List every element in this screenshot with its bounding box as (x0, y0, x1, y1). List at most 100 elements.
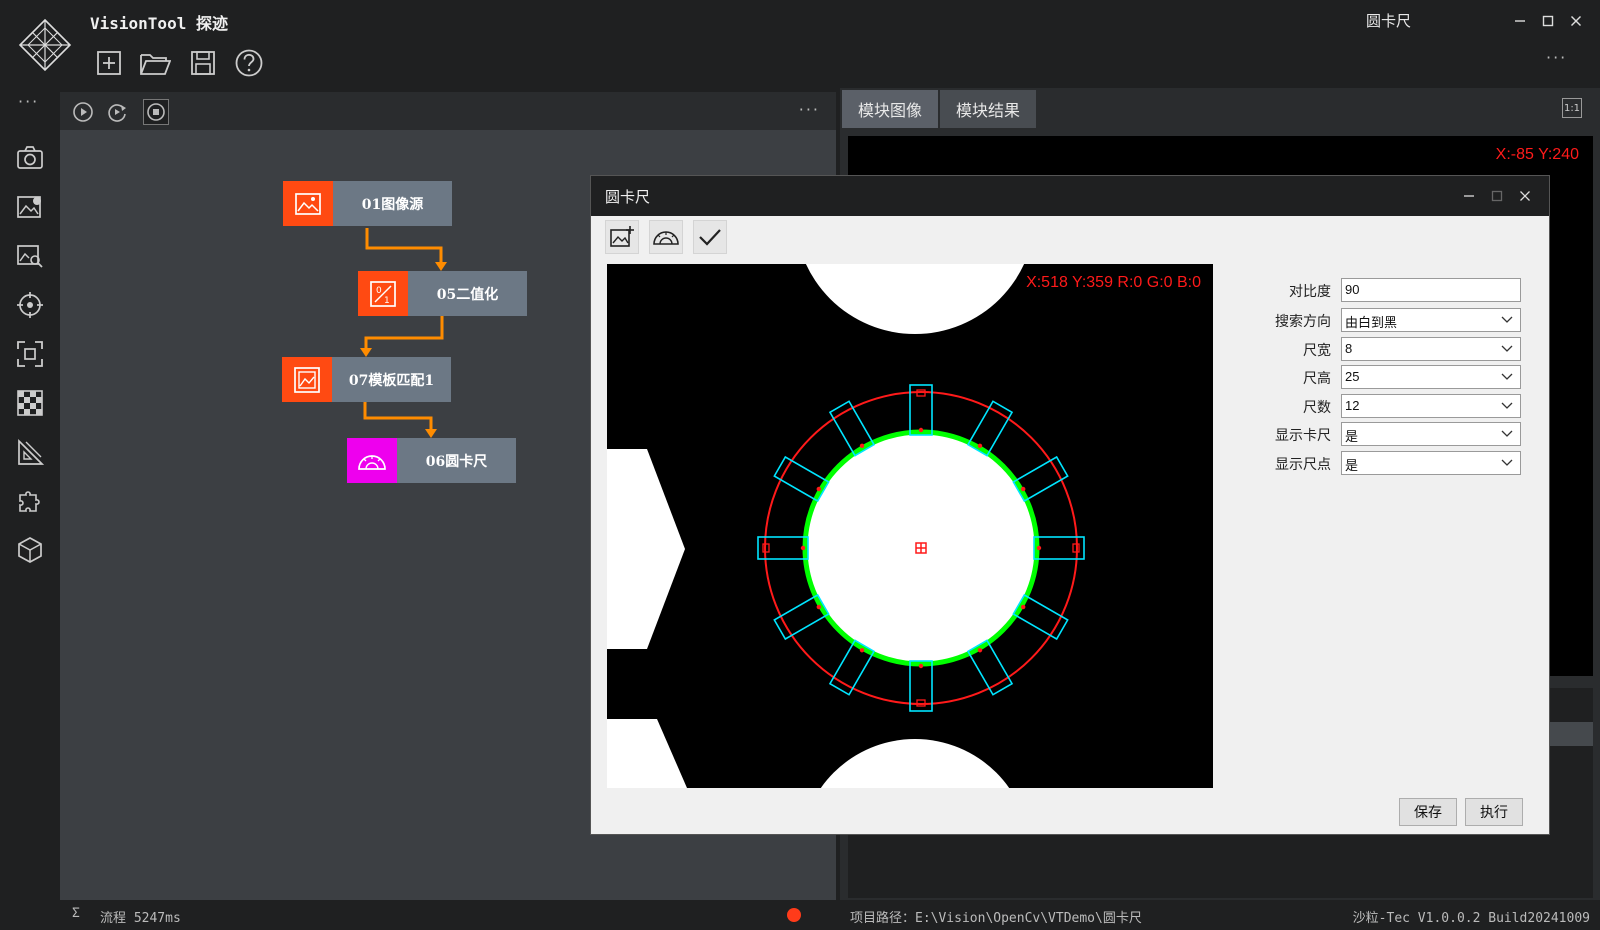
search-direction-select[interactable]: 由白到黑 (1341, 308, 1521, 332)
svg-text:0: 0 (376, 286, 382, 296)
maximize-button[interactable] (1536, 10, 1560, 32)
param-label: 尺宽 (1303, 343, 1331, 359)
flow-node-circle-caliper[interactable]: 06圆卡尺 (347, 438, 516, 483)
protractor-icon (358, 454, 386, 470)
ruler-triangle-icon (18, 438, 44, 465)
version-text: 沙粒-Tec V1.0.0.2 Build20241009 (1352, 911, 1590, 926)
focus-frame-icon (17, 341, 43, 367)
puzzle-icon (19, 491, 40, 512)
param-row-caliper-height: 尺高 25 (1231, 365, 1531, 389)
run-once-button[interactable] (70, 99, 96, 125)
param-label: 显示尺点 (1275, 457, 1331, 473)
status-bar-left: Σ 流程 5247ms (60, 900, 836, 930)
maximize-icon (1491, 190, 1503, 202)
flow-node-icon (347, 438, 397, 483)
param-row-caliper-count: 尺数 12 (1231, 394, 1531, 418)
dialog-minimize-button[interactable] (1457, 184, 1481, 208)
checker-tool-button[interactable] (14, 387, 46, 419)
pixel-info-readout: X:518 Y:359 R:0 G:0 B:0 (1026, 274, 1201, 291)
chevron-down-icon (1501, 430, 1513, 437)
select-value: 12 (1345, 398, 1360, 413)
load-image-button[interactable] (605, 220, 639, 254)
focus-frame-tool-button[interactable] (14, 338, 46, 370)
tab-module-result[interactable]: 模块结果 (940, 90, 1036, 128)
chevron-down-icon (1501, 373, 1513, 380)
caliper-width-select[interactable]: 8 (1341, 337, 1521, 361)
dialog-maximize-button[interactable] (1485, 184, 1509, 208)
save-params-button[interactable]: 保存 (1399, 798, 1457, 826)
save-button[interactable] (186, 46, 220, 80)
param-row-show-caliper: 显示卡尺 是 (1231, 422, 1531, 446)
param-label: 搜索方向 (1275, 314, 1331, 330)
flow-node-label: 01图像源 (333, 181, 452, 226)
execute-button[interactable]: 执行 (1465, 798, 1523, 826)
select-value: 8 (1345, 341, 1353, 356)
show-points-select[interactable]: 是 (1341, 451, 1521, 475)
connector-2 (364, 315, 444, 350)
caliper-height-select[interactable]: 25 (1341, 365, 1521, 389)
left-more-button[interactable]: ··· (18, 92, 39, 111)
close-button[interactable] (1564, 10, 1588, 32)
app-title: VisionTool 探迹 (90, 14, 228, 33)
help-button[interactable] (232, 46, 266, 80)
one-to-one-zoom-button[interactable]: 1:1 (1562, 98, 1582, 118)
flow-node-binarize[interactable]: 01 05二值化 (358, 271, 527, 316)
maximize-icon (1542, 15, 1554, 27)
new-file-button[interactable] (92, 46, 126, 80)
flow-more-button[interactable]: ··· (799, 100, 820, 119)
stop-button[interactable] (143, 99, 169, 125)
minimize-icon (1464, 195, 1474, 197)
minimize-icon (1515, 20, 1525, 22)
connector-3 (363, 401, 433, 431)
show-caliper-select[interactable]: 是 (1341, 422, 1521, 446)
open-folder-button[interactable] (138, 46, 172, 80)
contrast-input[interactable]: 90 (1341, 278, 1521, 302)
loop-run-icon (108, 104, 126, 122)
caliper-count-select[interactable]: 12 (1341, 394, 1521, 418)
camera-tool-button[interactable] (14, 142, 46, 174)
stop-icon (147, 103, 165, 121)
caliper-tool-button[interactable] (649, 220, 683, 254)
image-search-tool-button[interactable] (14, 240, 46, 272)
dialog-title: 圆卡尺 (605, 188, 651, 206)
flow-node-icon (282, 357, 332, 402)
target-icon (17, 292, 43, 318)
flow-node-label: 07模板匹配1 (332, 357, 451, 402)
left-tool-strip: ··· (0, 88, 59, 930)
caliper-overlay (607, 264, 1213, 788)
help-icon (235, 49, 263, 77)
dialog-title-bar: 圆卡尺 (591, 176, 1549, 216)
param-row-caliper-width: 尺宽 8 (1231, 337, 1531, 361)
param-label: 显示卡尺 (1275, 428, 1331, 444)
top-more-button[interactable]: ··· (1546, 48, 1567, 67)
flow-node-image-source[interactable]: 01图像源 (283, 181, 452, 226)
flow-time-text: 流程 5247ms (100, 911, 181, 926)
flow-toolbar: ··· (60, 92, 836, 130)
edge-point (800, 545, 806, 551)
select-value: 由白到黑 (1345, 315, 1398, 330)
image-settings-tool-button[interactable] (14, 191, 46, 223)
flow-node-template-match[interactable]: 07模板匹配1 (282, 357, 451, 402)
cursor-coordinate-readout: X:-85 Y:240 (1495, 146, 1579, 163)
param-row-search-direction: 搜索方向 由白到黑 (1231, 308, 1531, 332)
camera-icon (17, 146, 43, 169)
dialog-close-button[interactable] (1513, 184, 1537, 208)
tab-module-image[interactable]: 模块图像 (842, 90, 938, 128)
run-loop-button[interactable] (104, 99, 130, 125)
connector-1 (365, 228, 443, 264)
window-title: 圆卡尺 (1366, 12, 1412, 30)
minimize-button[interactable] (1508, 10, 1532, 32)
3d-tool-button[interactable] (14, 534, 46, 566)
target-tool-button[interactable] (14, 289, 46, 321)
confirm-button[interactable] (693, 220, 727, 254)
flow-node-label: 06圆卡尺 (397, 438, 516, 483)
image-add-icon (610, 226, 634, 247)
caliper-image-view[interactable]: X:518 Y:359 R:0 G:0 B:0 (607, 264, 1213, 788)
check-icon (699, 229, 721, 246)
measure-tool-button[interactable] (14, 436, 46, 468)
chevron-down-icon (1501, 402, 1513, 409)
arrowhead-2 (360, 348, 372, 357)
arrowhead-3 (425, 429, 437, 438)
plugin-tool-button[interactable] (14, 485, 46, 517)
param-label: 对比度 (1289, 284, 1331, 300)
